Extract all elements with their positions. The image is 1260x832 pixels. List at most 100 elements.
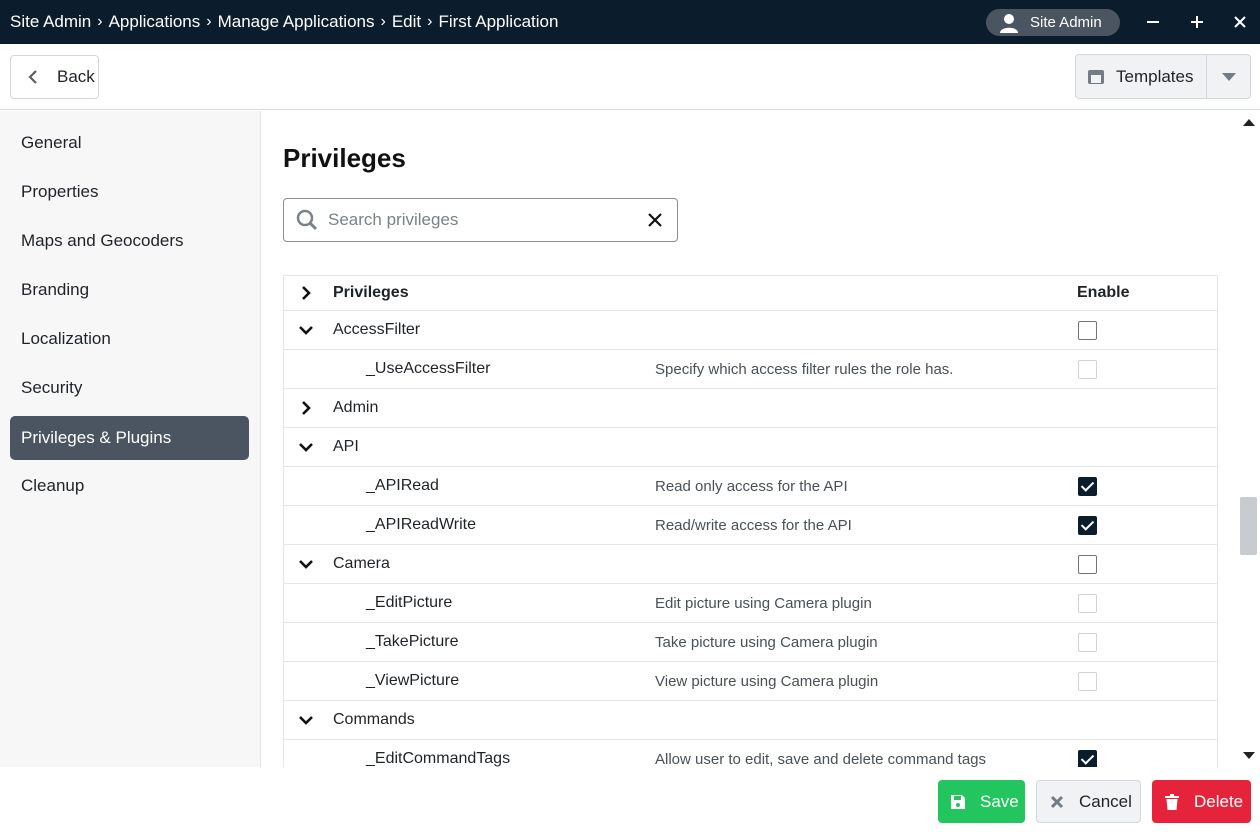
- enable-checkbox[interactable]: [1078, 516, 1097, 535]
- page-title: Privileges: [283, 143, 406, 173]
- plus-icon: [1191, 16, 1203, 28]
- sidebar-item-security[interactable]: Security: [10, 366, 249, 410]
- sidebar: General Properties Maps and Geocoders Br…: [0, 111, 261, 832]
- sidebar-item-localization[interactable]: Localization: [10, 317, 249, 361]
- privilege-group-name: API: [333, 438, 359, 455]
- privilege-name: _EditPicture: [366, 594, 453, 611]
- search-input[interactable]: [328, 210, 628, 230]
- close-window-button[interactable]: [1225, 8, 1255, 36]
- enable-checkbox[interactable]: [1078, 321, 1097, 340]
- enable-checkbox[interactable]: [1078, 750, 1097, 767]
- enable-checkbox[interactable]: [1078, 594, 1097, 613]
- sidebar-item-properties[interactable]: Properties: [10, 170, 249, 214]
- privilege-group-row: Camera: [283, 545, 1218, 584]
- privilege-description: Take picture using Camera plugin: [655, 633, 878, 651]
- privilege-description: Read/write access for the API: [655, 516, 852, 534]
- toolbar: Back Templates: [0, 44, 1260, 110]
- privilege-name: _ViewPicture: [366, 672, 460, 689]
- clear-search-icon[interactable]: [645, 210, 665, 230]
- user-menu-button[interactable]: Site Admin: [986, 9, 1120, 36]
- chevron-right-icon: [302, 401, 311, 415]
- privileges-table: Privileges Enable AccessFilter _UseAccess…: [283, 275, 1218, 767]
- privilege-description: Read only access for the API: [655, 477, 848, 495]
- privilege-name: _EditCommandTags: [366, 750, 511, 767]
- close-icon: [1234, 16, 1246, 28]
- breadcrumb-site-admin[interactable]: Site Admin: [10, 12, 91, 32]
- group-expand-toggle[interactable]: [296, 701, 316, 739]
- delete-button[interactable]: Delete: [1152, 780, 1251, 823]
- privilege-row: _ViewPicture View picture using Camera pl…: [283, 662, 1218, 701]
- privilege-row: _APIReadWrite Read/write access for the A…: [283, 506, 1218, 545]
- back-button[interactable]: Back: [10, 55, 99, 99]
- chevron-down-icon: [299, 443, 313, 452]
- privilege-group-name: Admin: [333, 399, 379, 416]
- scrollbar[interactable]: [1237, 111, 1260, 767]
- chevron-right-icon: [302, 286, 311, 300]
- enable-checkbox[interactable]: [1078, 555, 1097, 574]
- privilege-name: _TakePicture: [366, 633, 459, 650]
- scrollbar-thumb[interactable]: [1240, 497, 1257, 555]
- maximize-button[interactable]: [1182, 8, 1212, 36]
- chevron-down-icon: [299, 560, 313, 569]
- breadcrumb-manage-applications[interactable]: Manage Applications: [218, 12, 375, 32]
- sidebar-item-cleanup[interactable]: Cleanup: [10, 464, 249, 508]
- templates-button[interactable]: Templates: [1076, 55, 1207, 98]
- group-expand-toggle[interactable]: [296, 389, 316, 427]
- main-content: Privileges Privileges Enable AccessFilte…: [262, 111, 1237, 767]
- sidebar-item-maps-geocoders[interactable]: Maps and Geocoders: [10, 219, 249, 263]
- cancel-icon: [1049, 794, 1065, 810]
- enable-checkbox[interactable]: [1078, 360, 1097, 379]
- search-box: [283, 198, 678, 242]
- privilege-row: _UseAccessFilter Specify which access fil…: [283, 350, 1218, 389]
- privilege-row: _EditCommandTags Allow user to edit, save…: [283, 740, 1218, 767]
- privilege-description: Edit picture using Camera plugin: [655, 594, 872, 612]
- cancel-button[interactable]: Cancel: [1036, 780, 1141, 823]
- privilege-group-row: AccessFilter: [283, 311, 1218, 350]
- chevron-down-icon: [299, 716, 313, 725]
- chevron-left-icon: [23, 69, 43, 85]
- scroll-down-arrow-icon[interactable]: [1243, 752, 1255, 759]
- caret-down-icon: [1221, 72, 1236, 81]
- table-header: Privileges Enable: [283, 275, 1218, 311]
- user-icon: [998, 12, 1020, 34]
- group-expand-toggle[interactable]: [296, 311, 316, 349]
- breadcrumb-applications[interactable]: Applications: [109, 12, 201, 32]
- expand-all-toggle[interactable]: [296, 276, 316, 310]
- privilege-group-name: Commands: [333, 711, 415, 728]
- cancel-label: Cancel: [1079, 791, 1132, 811]
- privilege-name: _APIReadWrite: [366, 516, 476, 533]
- minimize-button[interactable]: [1138, 8, 1168, 36]
- enable-checkbox[interactable]: [1078, 633, 1097, 652]
- breadcrumb-separator: ›: [97, 13, 103, 30]
- sidebar-item-general[interactable]: General: [10, 121, 249, 165]
- user-name: Site Admin: [1030, 14, 1102, 31]
- enable-checkbox[interactable]: [1078, 672, 1097, 691]
- group-expand-toggle[interactable]: [296, 545, 316, 583]
- scroll-up-arrow-icon[interactable]: [1243, 119, 1255, 126]
- privilege-row: _TakePicture Take picture using Camera pl…: [283, 623, 1218, 662]
- save-button[interactable]: Save: [938, 780, 1025, 823]
- privilege-group-row: Admin: [283, 389, 1218, 428]
- group-expand-toggle[interactable]: [296, 428, 316, 466]
- privilege-group-name: AccessFilter: [333, 321, 421, 338]
- breadcrumb-edit[interactable]: Edit: [392, 12, 421, 32]
- back-label: Back: [57, 67, 95, 86]
- save-label: Save: [980, 791, 1019, 811]
- column-header-enable: Enable: [1077, 284, 1130, 301]
- minimize-icon: [1147, 21, 1159, 23]
- breadcrumb-separator: ›: [380, 13, 386, 30]
- template-icon: [1088, 69, 1104, 84]
- sidebar-item-privileges-plugins[interactable]: Privileges & Plugins: [10, 416, 249, 460]
- search-icon: [296, 209, 318, 231]
- templates-button-group: Templates: [1075, 54, 1251, 99]
- title-bar: Site Admin › Applications › Manage Appli…: [0, 0, 1260, 44]
- enable-checkbox[interactable]: [1078, 477, 1097, 496]
- sidebar-item-branding[interactable]: Branding: [10, 268, 249, 312]
- privilege-group-row: Commands: [283, 701, 1218, 740]
- templates-dropdown-button[interactable]: [1207, 55, 1250, 98]
- privilege-description: Allow user to edit, save and delete comm…: [655, 750, 987, 768]
- column-header-privileges: Privileges: [333, 284, 409, 301]
- delete-label: Delete: [1194, 791, 1244, 811]
- privilege-row: _EditPicture Edit picture using Camera pl…: [283, 584, 1218, 623]
- privilege-group-name: Camera: [333, 555, 390, 572]
